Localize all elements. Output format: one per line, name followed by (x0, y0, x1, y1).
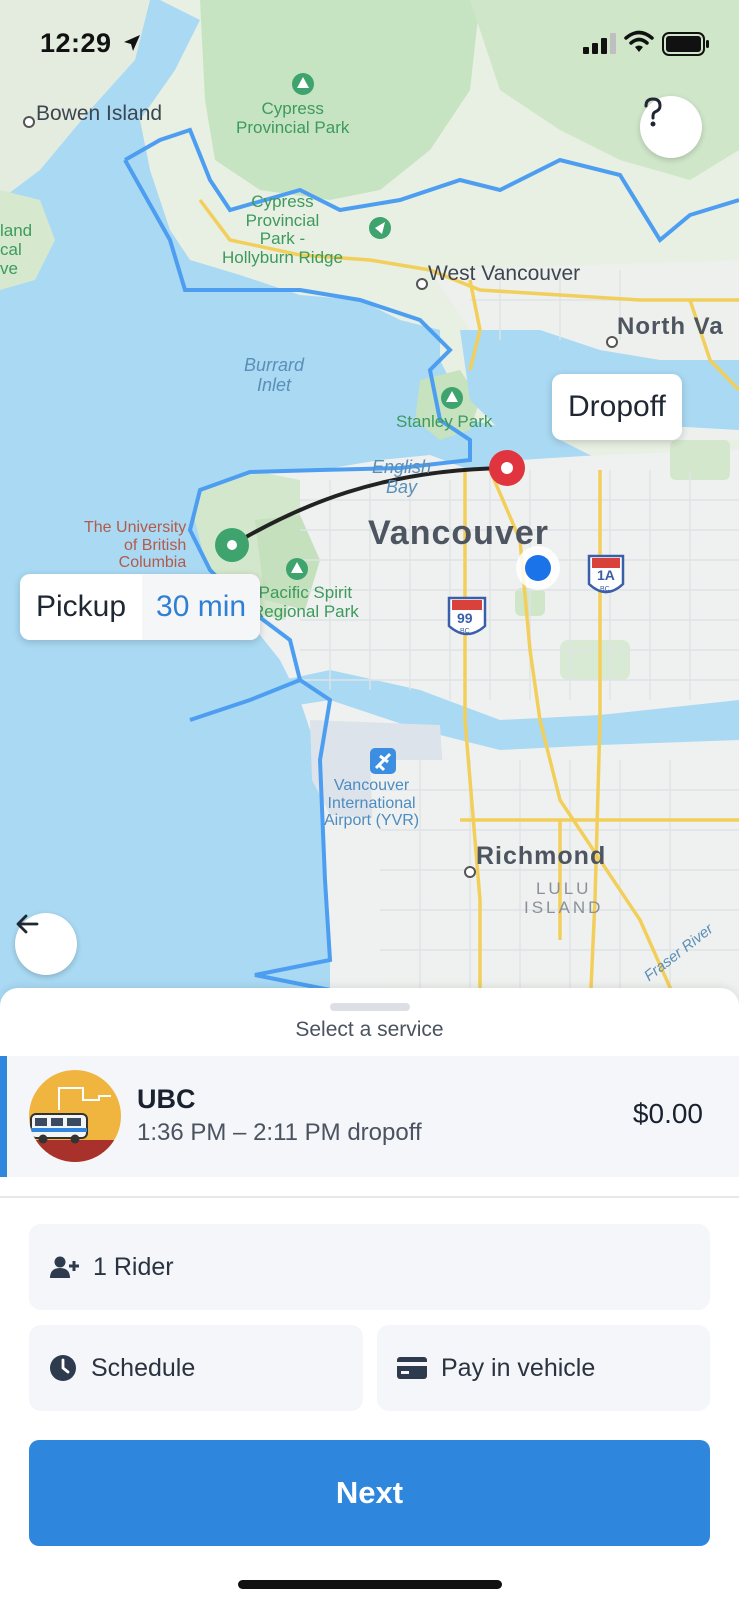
map-label-lulu-island: LULU ISLAND (524, 879, 604, 917)
map-label-ubc: The University of British Columbia (84, 519, 187, 572)
sheet-grabber[interactable] (330, 1003, 410, 1011)
map-label-richmond: Richmond (476, 842, 607, 870)
service-name: UBC (137, 1084, 196, 1114)
service-sheet: Select a service UBC 1:36 PM – 2:11 PM d… (0, 988, 739, 1600)
signal-icon (583, 33, 616, 54)
map-label-stanley-park: Stanley Park (396, 412, 493, 431)
payment-method-button[interactable]: Pay in vehicle (377, 1325, 710, 1411)
user-location-dot (516, 546, 560, 590)
map-view[interactable]: Bowen Island land cal ve Cypress Provinc… (0, 0, 739, 1010)
shuttle-bus-icon (29, 1070, 121, 1162)
map-label-cypress-hollyburn: Cypress Provincial Park - Hollyburn Ridg… (222, 192, 343, 268)
service-selected-indicator (0, 1056, 7, 1177)
schedule-label: Schedule (91, 1353, 196, 1382)
service-price: $0.00 (632, 1098, 703, 1129)
status-bar: 12:29 (0, 0, 739, 90)
riders-selector[interactable]: 1 Rider (29, 1224, 710, 1310)
battery-icon (662, 32, 709, 56)
pickup-eta: 30 min (142, 574, 261, 640)
map-label-west-vancouver: West Vancouver (428, 262, 581, 285)
map-label-north-vancouver: North Va (617, 313, 724, 340)
map-label-island-partial: land (0, 221, 33, 240)
payment-label: Pay in vehicle (441, 1353, 596, 1382)
highway-1a-sub-label: BC (600, 586, 610, 593)
map-label-english-bay: English Bay (372, 457, 432, 497)
map-label-burrard-inlet: Burrard Inlet (244, 355, 305, 395)
status-time: 12:29 (40, 28, 112, 58)
service-option-ubc[interactable]: UBC 1:36 PM – 2:11 PM dropoff $0.00 (0, 1056, 739, 1177)
wifi-icon (624, 30, 654, 52)
map-label-island-partial: ve (0, 259, 18, 278)
dropoff-label: Dropoff (568, 390, 666, 423)
schedule-button[interactable]: Schedule (29, 1325, 363, 1411)
pickup-pin[interactable] (215, 528, 249, 562)
help-icon (644, 97, 662, 127)
highway-99-label: 99 (457, 610, 473, 626)
map-label-pacific-spirit: Pacific Spirit Regional Park (252, 583, 359, 621)
divider (0, 1196, 739, 1198)
map-label-airport: Vancouver International Airport (YVR) (324, 777, 420, 830)
pickup-label: Pickup (36, 590, 127, 623)
dropoff-callout[interactable]: Dropoff (552, 374, 682, 440)
help-button[interactable] (640, 96, 702, 158)
home-indicator[interactable] (238, 1580, 502, 1589)
highway-99-sub-label: BC (460, 628, 470, 635)
map-label-cypress-park: Cypress Provincial Park (236, 99, 350, 137)
back-button[interactable] (15, 913, 77, 975)
back-arrow-icon (16, 914, 39, 934)
clock-icon (50, 1355, 76, 1381)
highway-1a-label: 1A (597, 567, 615, 583)
dropoff-pin[interactable] (489, 450, 525, 486)
pickup-callout[interactable]: Pickup 30 min (20, 574, 261, 640)
location-arrow-icon (124, 35, 140, 51)
map-label-bowen-island: Bowen Island (36, 102, 163, 125)
riders-label: 1 Rider (93, 1252, 174, 1281)
service-logo (29, 1070, 121, 1162)
sheet-title: Select a service (295, 1018, 444, 1041)
map-label-island-partial: cal (0, 240, 22, 259)
add-user-icon (50, 1256, 79, 1278)
next-button[interactable]: Next (29, 1440, 710, 1546)
credit-card-icon (397, 1357, 427, 1379)
service-time-window: 1:36 PM – 2:11 PM dropoff (137, 1119, 422, 1146)
airport-icon (370, 748, 396, 774)
map-label-vancouver: Vancouver (368, 514, 549, 552)
map-canvas (0, 0, 739, 1010)
